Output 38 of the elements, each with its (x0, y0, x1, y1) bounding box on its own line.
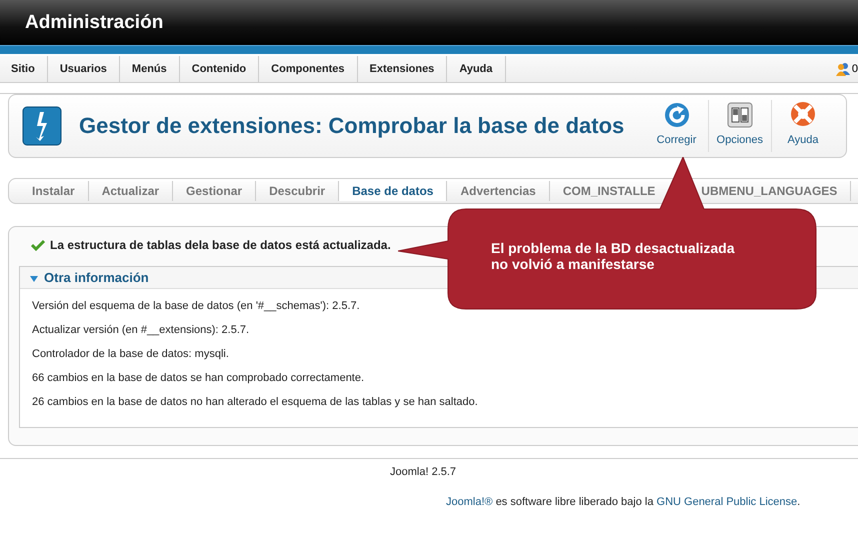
info-line: 26 cambios en la base de datos no han alterado el esquema de las tablas y se han saltado. (32, 395, 479, 410)
toolbar-button[interactable]: Opciones (708, 100, 772, 152)
tab[interactable]: Base de datos (339, 181, 448, 201)
toolbar-button[interactable]: Ayuda (772, 100, 834, 152)
page-title: Gestor de extensiones: Comprobar la base de datos (79, 113, 626, 139)
check-icon (31, 239, 45, 251)
lightning-icon (22, 106, 62, 146)
info-line: 66 cambios en la base de datos se han comprobado correctamente. (32, 371, 366, 386)
menu-item[interactable]: Ayuda (447, 56, 506, 82)
footer-period: . (797, 496, 800, 508)
info-line: Versión del esquema de la base de datos (en '#__schemas'): 2.5.7. (32, 299, 361, 314)
menu-item[interactable]: Componentes (259, 56, 358, 82)
section-header[interactable]: Otra información (20, 267, 159, 288)
switches-icon (726, 102, 753, 128)
lifebuoy-icon (789, 100, 817, 128)
joomla-link[interactable]: Joomla!® (446, 496, 493, 508)
users-icon (836, 62, 850, 76)
refresh-icon (664, 102, 690, 128)
toolbar-button[interactable]: Corregir (646, 100, 709, 152)
site-title: Administración (25, 12, 164, 34)
info-line: Controlador de la base de datos: mysqli. (32, 347, 230, 362)
status-message: La estructura de tablas dela base de datos está actualizada. (50, 238, 391, 252)
menu-item[interactable]: Usuarios (48, 56, 120, 82)
version-text: Joomla! 2.5.7 (389, 466, 458, 478)
tab[interactable]: Advertencias (447, 181, 550, 201)
license-link[interactable]: GNU General Public License (656, 496, 798, 508)
info-line: Actualizar versión (en #__extensions): 2.5.7. (32, 323, 250, 338)
callout-text: El problema de la BD desactualizada no volvió a manifestarse (491, 240, 735, 272)
menu-item[interactable]: Contenido (180, 56, 260, 82)
caret-icon (30, 276, 38, 282)
menu-item[interactable]: Menús (120, 56, 180, 82)
menu-item[interactable]: Sitio (0, 56, 48, 82)
user-count: 0 (852, 63, 858, 75)
tab[interactable]: Actualizar (88, 181, 174, 201)
tab[interactable]: Gestionar (173, 181, 256, 201)
menu-item[interactable]: Extensiones (358, 56, 448, 82)
footer-text: es software libre liberado bajo la (496, 496, 654, 508)
tab[interactable]: Instalar (19, 181, 89, 201)
